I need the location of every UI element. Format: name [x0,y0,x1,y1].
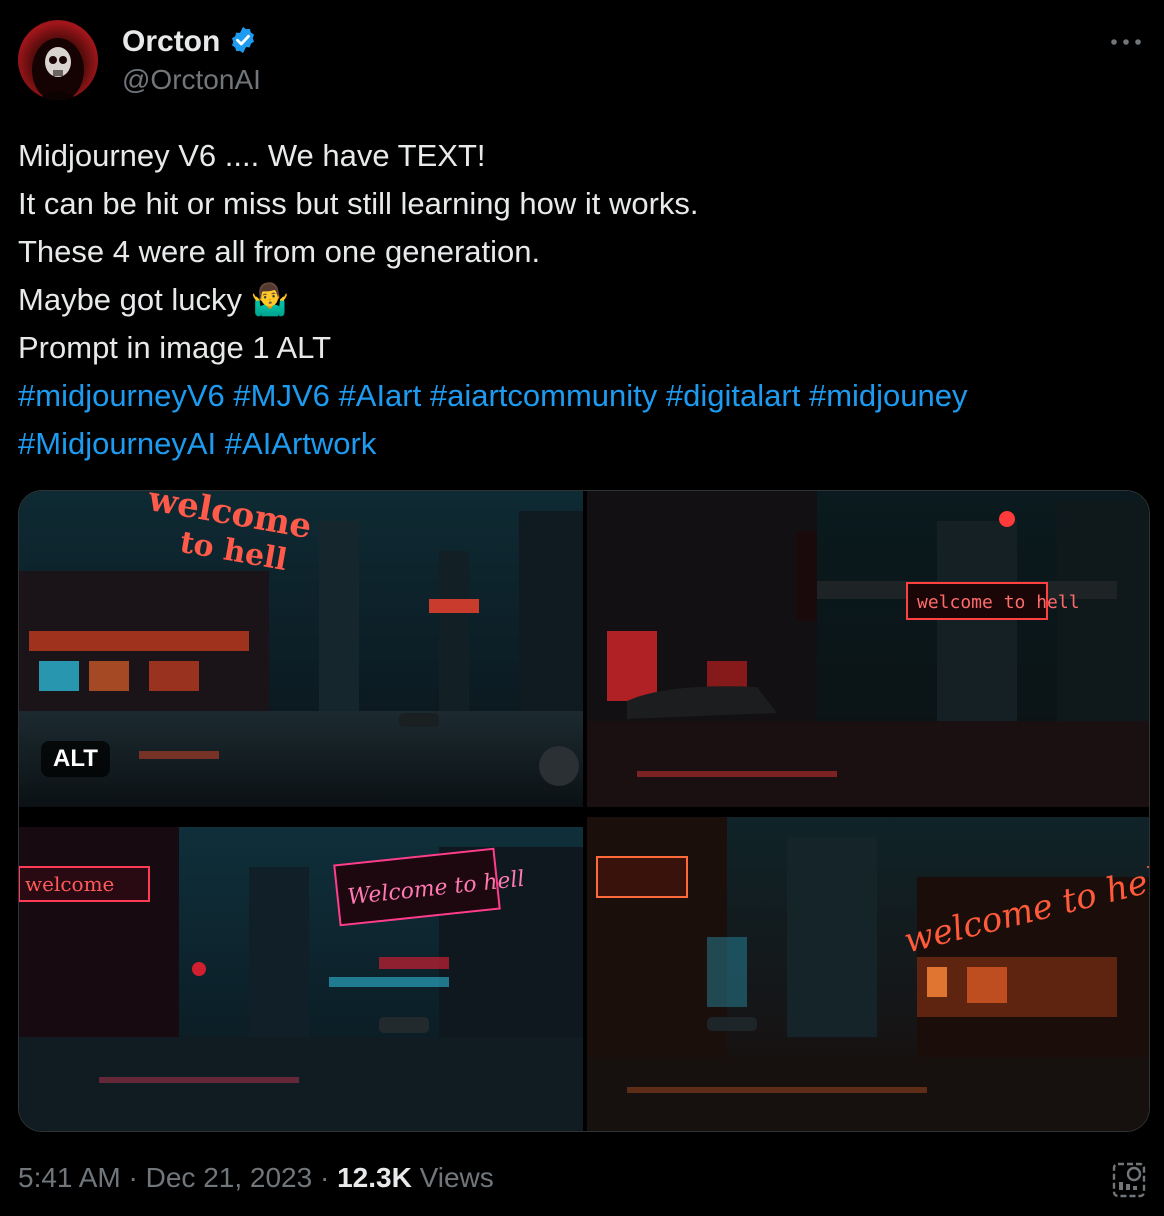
views-count: 12.3K [337,1162,412,1193]
tweet-line: These 4 were all from one generation. [18,234,541,269]
shrug-emoji: 🤷‍♂️ [250,282,290,317]
verified-badge-icon[interactable] [228,25,258,60]
post-meta: 5:41 AM · Dec 21, 2023 · 12.3K Views [18,1162,494,1194]
views-label: Views [419,1162,494,1193]
author-avatar[interactable] [18,20,98,100]
hashtag-link[interactable]: #AIart [339,378,422,413]
image-4[interactable]: welcome to hell [587,817,1149,1131]
hashtag-link[interactable]: #AIArtwork [225,426,377,461]
post-time[interactable]: 5:41 AM [18,1162,121,1193]
hooded-skull-image [32,38,84,100]
hashtag-link[interactable]: #MJV6 [233,378,329,413]
meta-separator: · [128,1162,146,1193]
alt-badge[interactable]: ALT [41,741,110,777]
hashtag-link[interactable]: #aiartcommunity [430,378,657,413]
tweet-line: Prompt in image 1 ALT [18,330,332,365]
post-date[interactable]: Dec 21, 2023 [146,1162,313,1193]
author-handle[interactable]: @OrctonAI [122,64,261,96]
tweet-line: It can be hit or miss but still learning… [18,186,699,221]
meta-separator: · [319,1162,338,1193]
tweet-line: Midjourney V6 .... We have TEXT! [18,138,486,173]
neon-sign-welcome-side: welcome [25,872,114,896]
hashtag-line: #MidjourneyAI #AIArtwork [18,420,1148,468]
tweet-text: Midjourney V6 .... We have TEXT! It can … [18,132,1148,468]
more-icon[interactable] [1106,28,1146,56]
image-1[interactable]: welcome to hell ALT [19,491,583,807]
author-name-row: Orcton [122,24,258,60]
tweet-line-text: Maybe got lucky [18,282,242,317]
tweet-line: Maybe got lucky 🤷‍♂️ [18,276,1148,324]
media-grid: welcome to hell ALT welcome to hell welc… [18,490,1150,1132]
hashtag-line: #midjourneyV6 #MJV6 #AIart #aiartcommuni… [18,372,1148,420]
neon-sign-welcome-to-hell: welcome to hell [917,592,1080,613]
hashtag-link[interactable]: #midjourneyV6 [18,378,225,413]
hashtag-link[interactable]: #midjouney [809,378,968,413]
hashtag-link[interactable]: #digitalart [666,378,800,413]
image-3[interactable]: welcome Welcome to hell [19,827,583,1131]
hashtag-link[interactable]: #MidjourneyAI [18,426,216,461]
image-2[interactable]: welcome to hell [587,491,1149,807]
post-analytics-icon[interactable] [1112,1160,1148,1200]
author-name[interactable]: Orcton [122,25,220,59]
